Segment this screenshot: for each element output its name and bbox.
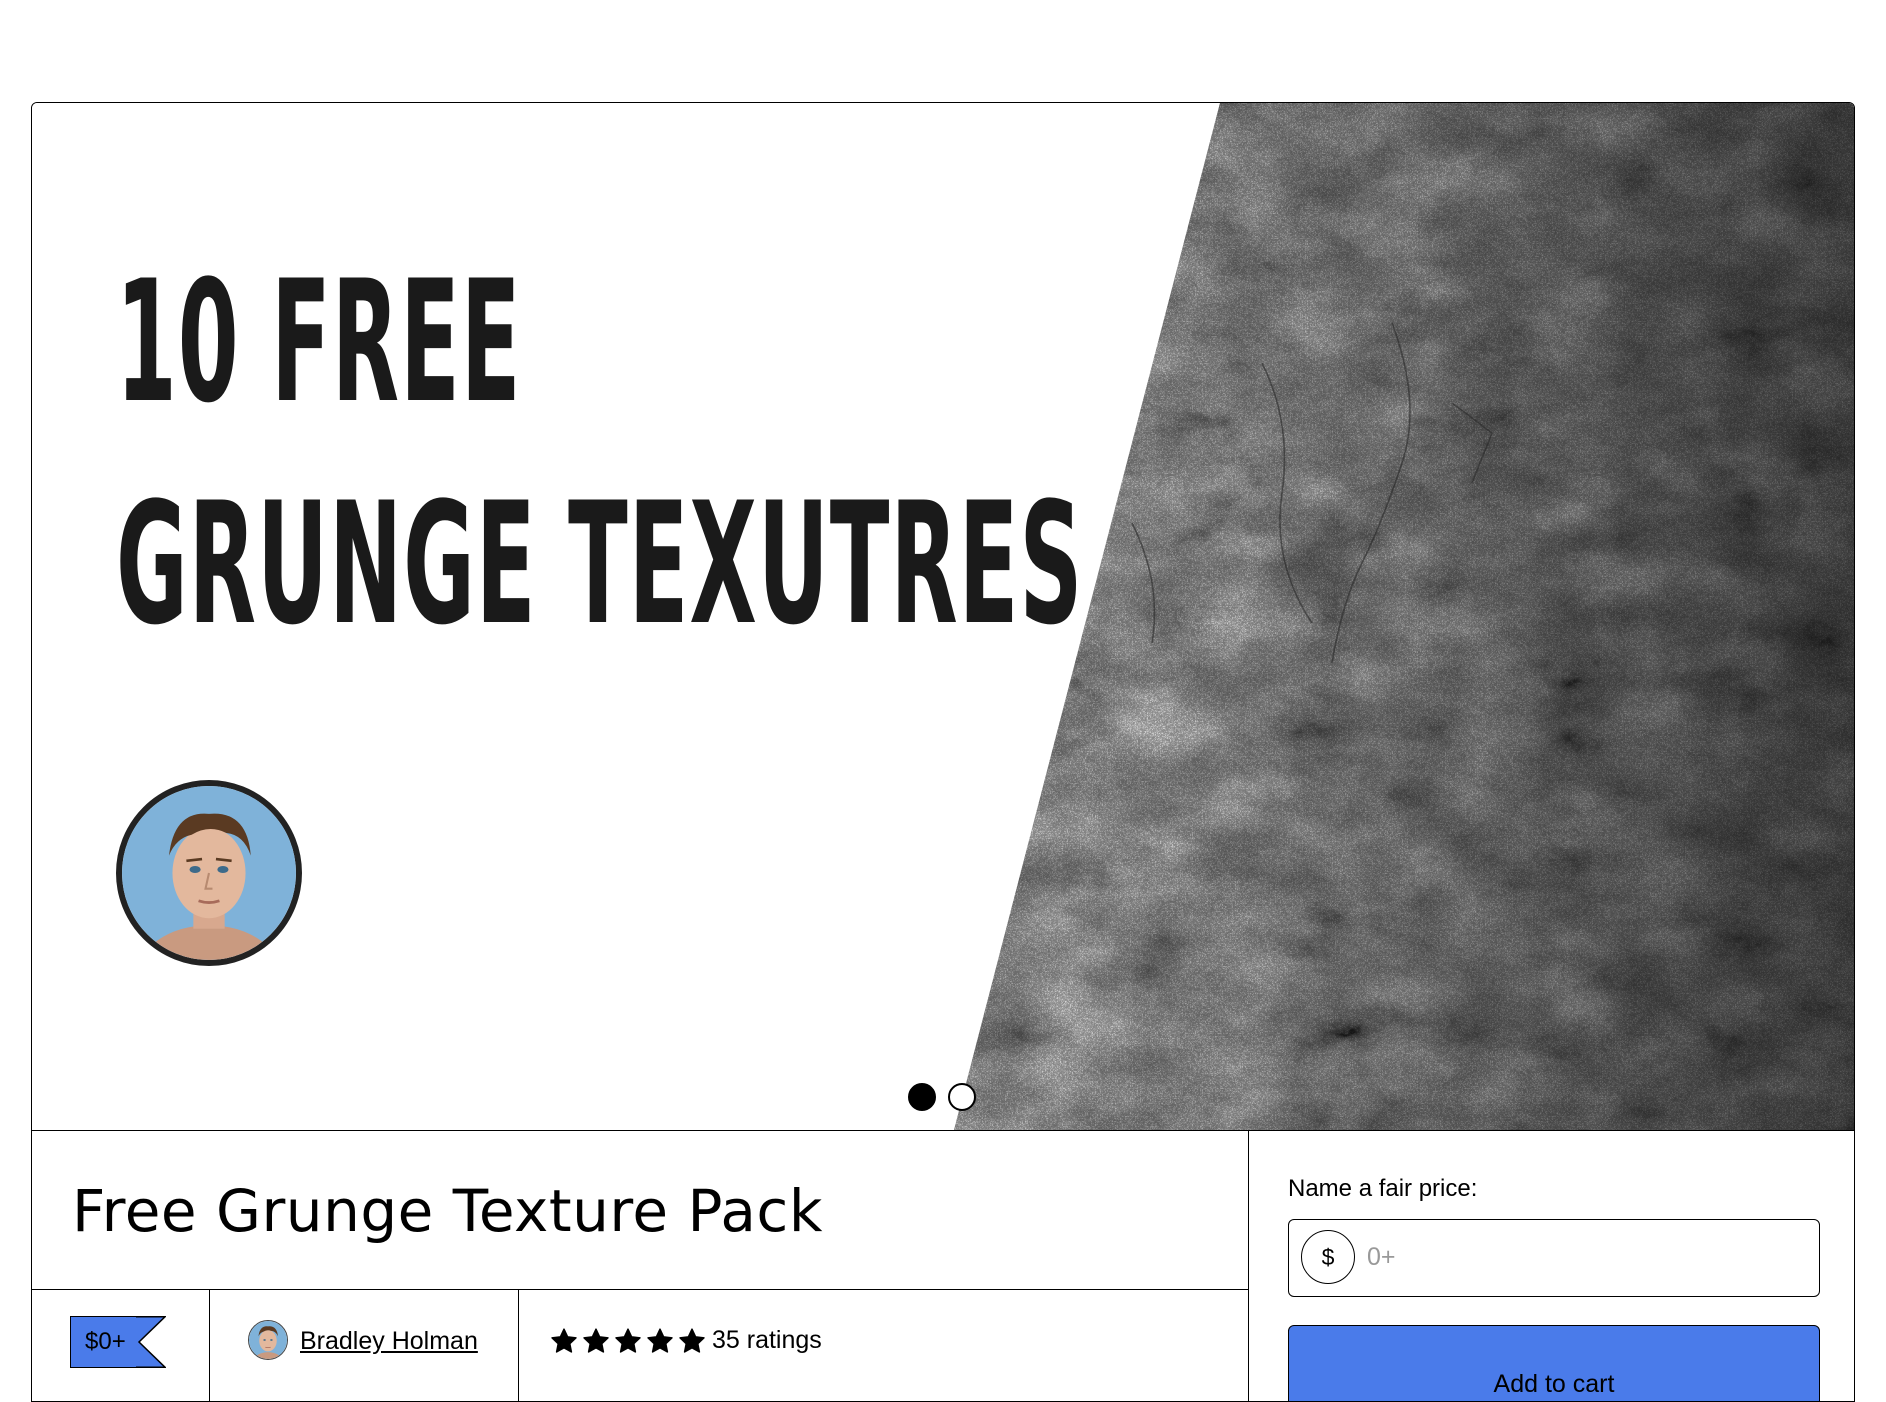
carousel-dot-1[interactable]: [908, 1083, 936, 1111]
ratings-summary[interactable]: 35 ratings: [550, 1326, 822, 1355]
star-icon: [615, 1327, 641, 1353]
carousel-dots: [908, 1083, 976, 1111]
add-to-cart-button[interactable]: Add to cart: [1288, 1325, 1820, 1401]
star-icon: [551, 1327, 577, 1353]
creator-avatar[interactable]: [248, 1320, 288, 1360]
price-tag-icon: [135, 1316, 166, 1368]
headline-line-1: 10 FREE: [116, 244, 522, 440]
purchase-panel: Name a fair price: $ Add to cart: [1250, 1131, 1854, 1401]
price-field[interactable]: $: [1288, 1219, 1820, 1297]
price-badge-label: $0+: [70, 1316, 136, 1368]
star-icon: [583, 1327, 609, 1353]
product-title: Free Grunge Texture Pack: [72, 1177, 823, 1245]
product-info-section: Free Grunge Texture Pack $0+ Bradley Hol…: [32, 1130, 1854, 1401]
headline-line-2: GRUNGE TEXUTRES: [116, 466, 1084, 662]
price-label: Name a fair price:: [1288, 1175, 1478, 1202]
product-card: 10 FREE GRUNGE TEXUTRES Free Grunge Text…: [31, 102, 1855, 1402]
star-icon: [647, 1327, 673, 1353]
star-icon: [679, 1327, 705, 1353]
cover-headline: 10 FREE GRUNGE TEXUTRES: [116, 231, 1083, 675]
price-cell: $0+: [32, 1290, 210, 1401]
ratings-count: 35 ratings: [712, 1326, 822, 1354]
currency-symbol: $: [1301, 1230, 1355, 1284]
product-details: Free Grunge Texture Pack $0+ Bradley Hol…: [32, 1131, 1249, 1401]
creator-cell: Bradley Holman: [210, 1290, 519, 1401]
rating-stars: [550, 1327, 706, 1355]
avatar: [116, 780, 302, 966]
creator-name-link[interactable]: Bradley Holman: [300, 1327, 478, 1356]
product-cover-image: 10 FREE GRUNGE TEXUTRES: [32, 103, 1854, 1130]
carousel-dot-2[interactable]: [948, 1083, 976, 1111]
price-badge: $0+: [70, 1316, 166, 1368]
product-meta-row: $0+ Bradley Holman 35 ratings: [32, 1289, 1248, 1401]
price-input[interactable]: [1367, 1232, 1797, 1282]
